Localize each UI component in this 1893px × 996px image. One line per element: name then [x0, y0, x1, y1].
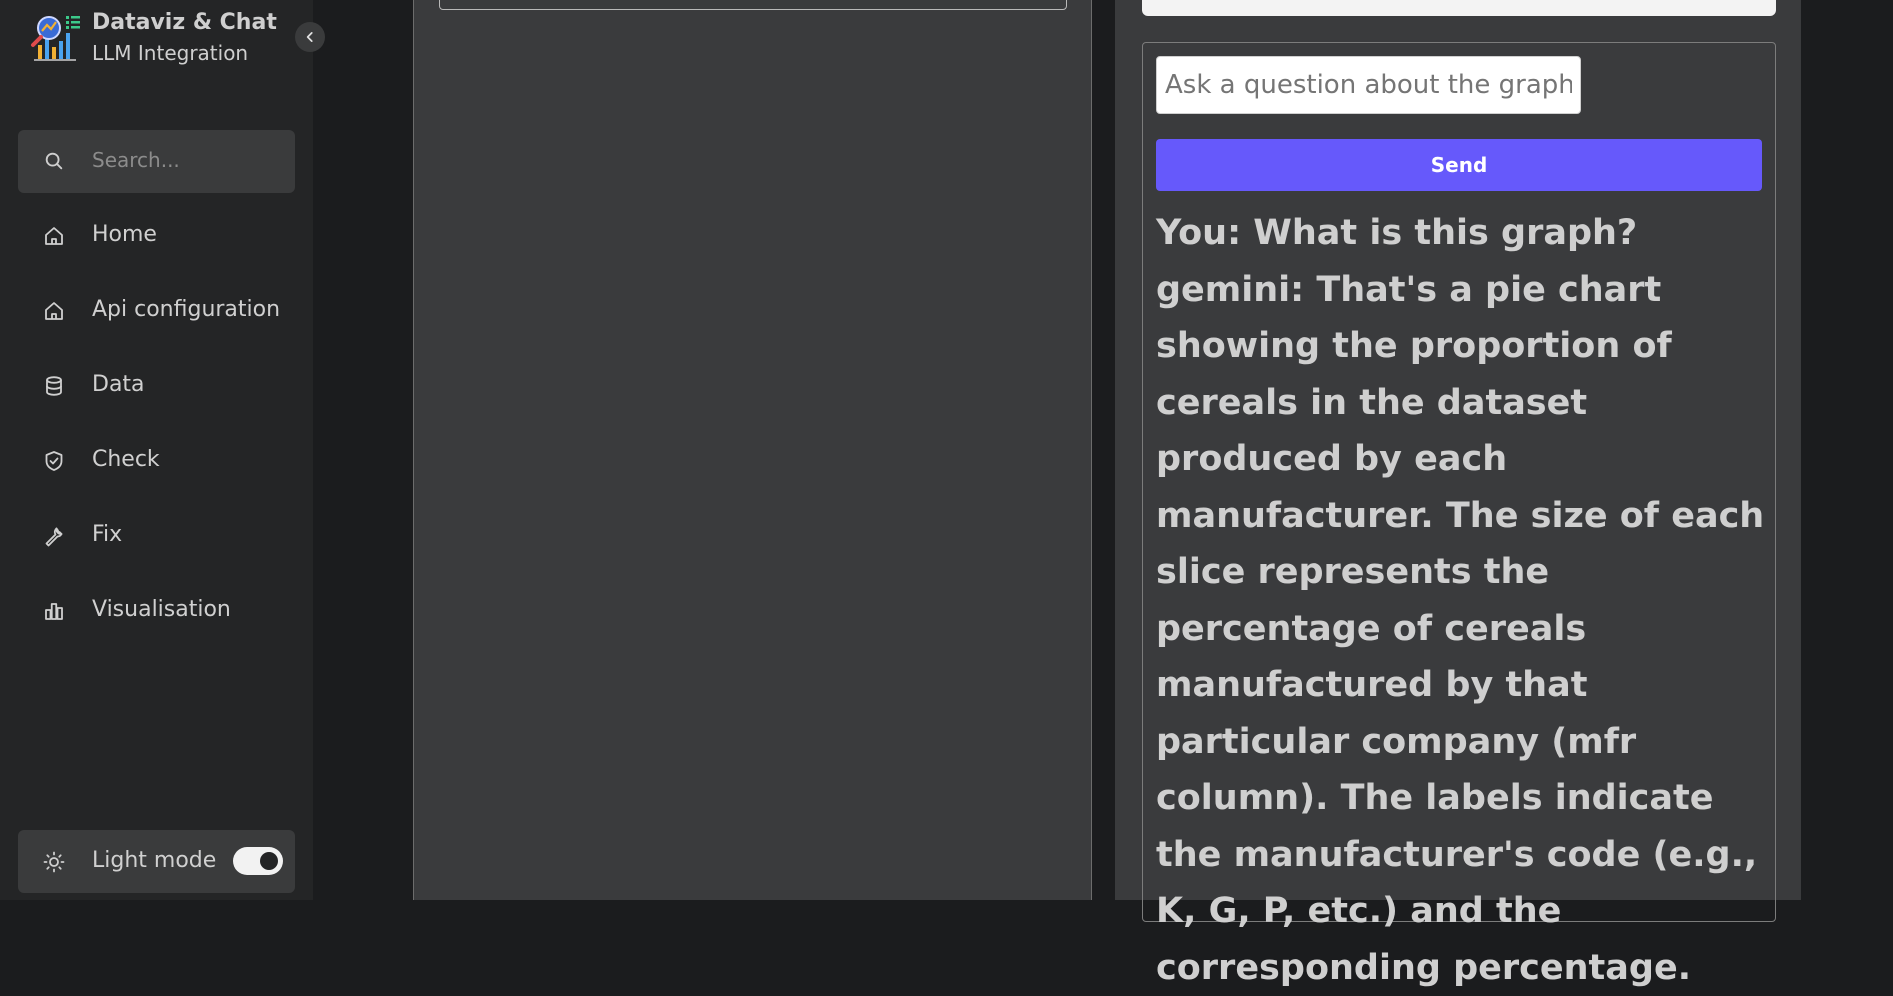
sun-icon: [42, 850, 66, 874]
light-mode-label: Light mode: [92, 848, 216, 873]
sidebar-item-visualisation[interactable]: Visualisation: [18, 581, 295, 641]
home-icon: [42, 299, 66, 323]
sidebar-item-check[interactable]: Check: [18, 431, 295, 491]
chat-log: You: What is this graph? gemini: That's …: [1156, 205, 1768, 996]
chat-message-user: You: What is this graph?: [1156, 205, 1768, 262]
light-mode-toggle[interactable]: [233, 847, 283, 875]
shield-check-icon: [42, 449, 66, 473]
light-mode-row: Light mode: [18, 830, 295, 893]
home-icon: [42, 224, 66, 248]
chat-panel: Send You: What is this graph? gemini: Th…: [1115, 0, 1801, 900]
sidebar-item-data[interactable]: Data: [18, 356, 295, 416]
chat-message-assistant: gemini: That's a pie chart showing the p…: [1156, 262, 1768, 996]
search-input[interactable]: Search...: [92, 148, 180, 172]
graph-panel: [413, 0, 1092, 900]
brand: Dataviz & Chat LLM Integration: [28, 8, 288, 68]
sidebar-item-api-configuration[interactable]: Api configuration: [18, 281, 295, 341]
sidebar-item-home[interactable]: Home: [18, 206, 295, 266]
wrench-icon: [42, 524, 66, 548]
app-title: Dataviz & Chat: [92, 10, 277, 35]
bar-chart-icon: [42, 599, 66, 623]
chevron-left-icon: [303, 30, 317, 44]
app-logo-icon: [30, 11, 82, 63]
database-icon: [42, 374, 66, 398]
app-subtitle: LLM Integration: [92, 41, 248, 65]
toggle-knob: [260, 852, 278, 870]
sidebar-item-fix[interactable]: Fix: [18, 506, 295, 566]
chat-box: Send You: What is this graph? gemini: Th…: [1142, 42, 1776, 922]
search-icon: [43, 150, 65, 172]
collapse-sidebar-button[interactable]: [295, 22, 325, 52]
chat-question-input[interactable]: [1156, 56, 1581, 114]
sidebar-item-label: Home: [92, 222, 157, 247]
sidebar-item-label: Check: [92, 447, 160, 472]
sidebar-item-label: Api configuration: [92, 297, 280, 322]
sidebar-item-label: Fix: [92, 522, 122, 547]
sidebar-item-label: Data: [92, 372, 145, 397]
sidebar-item-label: Visualisation: [92, 597, 231, 622]
search-box[interactable]: Search...: [18, 130, 295, 193]
chat-panel-top-box: [1142, 0, 1776, 16]
sidebar: Dataviz & Chat LLM Integration Search...…: [0, 0, 313, 900]
graph-panel-top-box: [439, 0, 1067, 10]
send-button[interactable]: Send: [1156, 139, 1762, 191]
